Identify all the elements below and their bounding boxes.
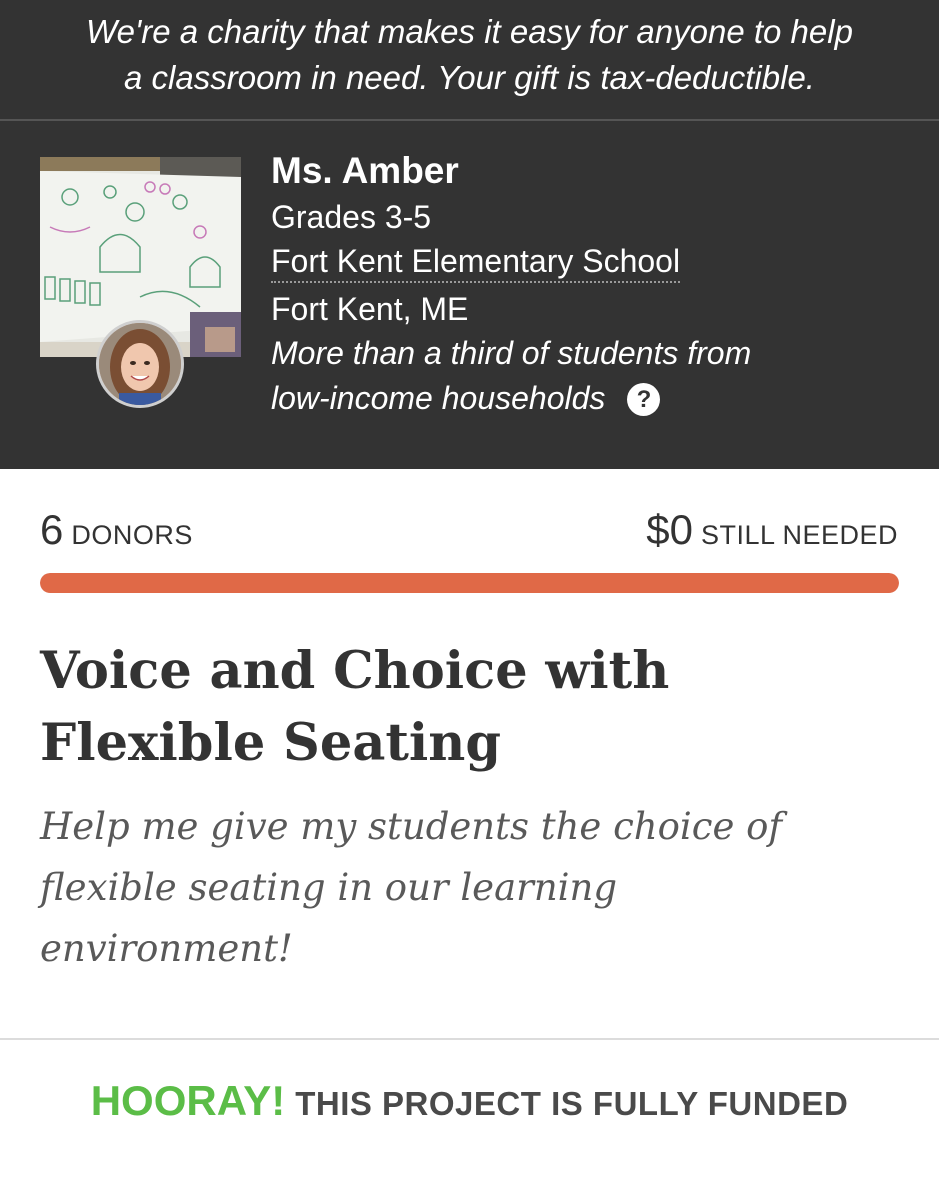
poverty-line-2-text: low-income households [271,380,606,416]
project-title: Voice and Choice with Flexible Seating [40,635,900,779]
poverty-line-2: low-income households? [271,376,911,421]
funded-status-bar: HOORAY! THIS PROJECT IS FULLY FUNDED [0,1040,939,1200]
still-needed: $0 STILL NEEDED [646,505,898,560]
poverty-line-1: More than a third of students from [271,335,752,371]
teacher-photo [99,323,181,405]
project-subtitle-line-3: environment! [40,927,293,970]
fully-funded-text: THIS PROJECT IS FULLY FUNDED [295,1085,849,1122]
school-location: Fort Kent, ME [271,291,469,327]
banner-line-2: a classroom in need. Your gift is tax-de… [124,59,815,96]
charity-banner: We're a charity that makes it easy for a… [0,0,939,120]
donor-count-label: DONORS [71,520,193,550]
funding-progress-bar [40,573,899,593]
hooray-text: HOORAY! [90,1077,286,1124]
teacher-name[interactable]: Ms. Amber [271,147,911,195]
teacher-grades: Grades 3-5 [271,199,432,235]
poverty-level: More than a third of students from low-i… [271,331,911,421]
teacher-info: Ms. Amber Grades 3-5 Fort Kent Elementar… [271,147,911,421]
project-subtitle-line-2: flexible seating in our learning [40,866,618,909]
banner-line-1: We're a charity that makes it easy for a… [86,13,853,50]
project-subtitle-line-1: Help me give my students the choice of [40,805,783,848]
project-title-line-2: Flexible Seating [40,713,502,773]
funding-stats: 6 DONORS $0 STILL NEEDED [40,505,898,555]
question-circle-icon[interactable]: ? [627,383,661,416]
donor-count-number: 6 [40,506,64,553]
still-needed-label: STILL NEEDED [700,520,898,550]
funding-progress-fill [40,573,899,593]
teacher-avatar[interactable] [96,320,184,408]
project-subtitle: Help me give my students the choice of f… [40,796,900,979]
school-name-link[interactable]: Fort Kent Elementary School [271,241,681,283]
teacher-panel: Ms. Amber Grades 3-5 Fort Kent Elementar… [0,121,939,469]
donor-count: 6 DONORS [40,505,193,560]
project-title-line-1: Voice and Choice with [40,641,670,701]
still-needed-amount: $0 [646,506,693,553]
